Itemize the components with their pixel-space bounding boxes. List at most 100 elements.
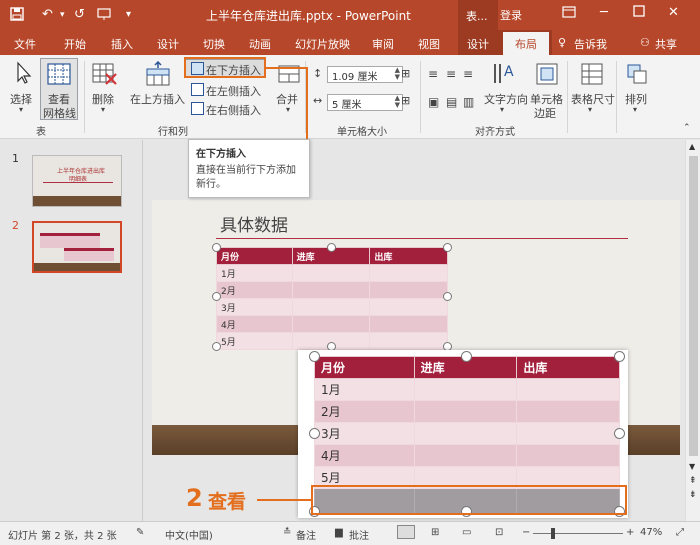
distribute-rows-icon[interactable]: ⊞	[401, 67, 410, 80]
table-cell[interactable]	[291, 281, 371, 299]
resize-handle[interactable]	[461, 351, 472, 362]
table-original[interactable]: 月份 进库 出库 1月 2月 3月 4月 5月	[216, 247, 448, 350]
table-header-cell[interactable]: 出库	[369, 247, 448, 265]
insert-above-button[interactable]: 在上方插入	[130, 91, 185, 107]
resize-handle[interactable]	[443, 243, 452, 252]
align-left-icon[interactable]: ≡	[428, 67, 438, 81]
align-top-icon[interactable]: ▣	[428, 95, 439, 109]
resize-handle[interactable]	[614, 351, 625, 362]
table-cell[interactable]	[291, 264, 371, 282]
table-cell[interactable]	[413, 400, 518, 423]
save-icon[interactable]	[10, 7, 24, 25]
col-width-spinner-icon[interactable]: ▲ ▼	[395, 95, 400, 109]
table-cell[interactable]	[516, 400, 620, 423]
fit-slide-icon[interactable]: ⤢	[676, 527, 684, 538]
table-header-cell[interactable]: 月份	[314, 356, 415, 379]
scroll-thumb[interactable]	[689, 156, 698, 456]
table-cell[interactable]	[369, 281, 448, 299]
slide-thumbnail-2[interactable]	[32, 221, 122, 273]
table-cell[interactable]	[291, 298, 371, 316]
ribbon-display-icon[interactable]	[562, 5, 576, 23]
table-header-cell[interactable]: 出库	[516, 356, 620, 379]
tab-insert[interactable]: 插入	[111, 36, 133, 52]
share-button[interactable]: 共享	[655, 36, 677, 52]
table-cell[interactable]: 1月	[314, 378, 415, 401]
maximize-icon[interactable]	[633, 5, 645, 21]
table-cell[interactable]	[413, 378, 518, 401]
slideshow-view-icon[interactable]: ⊡	[495, 527, 503, 538]
scroll-up-icon[interactable]: ▲	[689, 142, 695, 151]
col-width-input[interactable]: 5 厘米 ▲ ▼	[327, 94, 403, 111]
table-cell[interactable]: 4月	[216, 315, 293, 333]
table-cell[interactable]	[369, 264, 448, 282]
tab-home[interactable]: 开始	[64, 36, 86, 52]
table-cell[interactable]: 5月	[216, 332, 293, 350]
table-cell[interactable]	[369, 315, 448, 333]
tab-view[interactable]: 视图	[418, 36, 440, 52]
notes-button[interactable]: 备注	[296, 527, 316, 542]
tab-table-design[interactable]: 设计	[467, 36, 489, 52]
table-cell[interactable]: 2月	[216, 281, 293, 299]
zoom-out-icon[interactable]: −	[522, 527, 530, 538]
table-cell[interactable]	[516, 422, 620, 445]
table-cell[interactable]	[291, 315, 371, 333]
table-cell[interactable]	[516, 444, 620, 467]
undo-dropdown-icon[interactable]: ▾	[60, 10, 65, 20]
tell-me-box[interactable]: 告诉我	[574, 36, 607, 52]
zoom-slider-track[interactable]	[533, 533, 623, 534]
resize-handle[interactable]	[212, 292, 221, 301]
reading-view-icon[interactable]: ▭	[462, 527, 471, 538]
align-bottom-icon[interactable]: ▥	[463, 95, 474, 109]
zoom-slider-thumb[interactable]	[551, 528, 555, 539]
zoom-in-icon[interactable]: +	[626, 527, 634, 538]
table-cell[interactable]: 3月	[216, 298, 293, 316]
resize-handle[interactable]	[212, 243, 221, 252]
undo-icon[interactable]: ↶	[42, 7, 53, 22]
resize-handle[interactable]	[309, 428, 320, 439]
cell-margins-label-2[interactable]: 边距	[534, 105, 556, 121]
table-cell[interactable]	[369, 332, 448, 350]
slide-thumbnail-1[interactable]: 上半年仓库进出库 明细表	[32, 155, 122, 207]
table-header-cell[interactable]: 月份	[216, 247, 293, 265]
next-slide-icon[interactable]: ⇟	[689, 490, 697, 500]
close-icon[interactable]: ✕	[668, 5, 679, 20]
slide-sorter-icon[interactable]: ⊞	[431, 527, 439, 538]
comments-button[interactable]: 批注	[349, 527, 369, 542]
present-icon[interactable]	[97, 7, 111, 25]
table-cell[interactable]	[413, 422, 518, 445]
minimize-icon[interactable]: ─	[600, 5, 608, 20]
insert-right-button[interactable]: 在右侧插入	[206, 102, 261, 118]
tab-design[interactable]: 设计	[157, 36, 179, 52]
distribute-cols-icon[interactable]: ⊞	[401, 94, 410, 107]
slide-title[interactable]: 具体数据	[220, 211, 288, 236]
table-cell[interactable]: 4月	[314, 444, 415, 467]
scroll-down-icon[interactable]: ▼	[689, 462, 695, 471]
vertical-scrollbar[interactable]: ▲ ▼ ⇞ ⇟	[685, 140, 700, 521]
normal-view-icon[interactable]	[397, 525, 415, 539]
zoom-level[interactable]: 47%	[640, 527, 662, 538]
table-cell[interactable]	[516, 378, 620, 401]
tab-transitions[interactable]: 切换	[203, 36, 225, 52]
redo-icon[interactable]: ↺	[74, 7, 85, 22]
language-status[interactable]: 中文(中国)	[165, 527, 213, 542]
tab-animations[interactable]: 动画	[249, 36, 271, 52]
align-middle-icon[interactable]: ▤	[446, 95, 457, 109]
text-direction-button[interactable]: 文字方向	[484, 91, 528, 107]
resize-handle[interactable]	[309, 351, 320, 362]
resize-handle[interactable]	[443, 292, 452, 301]
table-cell[interactable]: 3月	[314, 422, 415, 445]
customize-icon[interactable]: ▾	[126, 9, 131, 20]
resize-handle[interactable]	[212, 342, 221, 351]
table-cell[interactable]: 1月	[216, 264, 293, 282]
table-cell[interactable]: 2月	[314, 400, 415, 423]
row-height-input[interactable]: 1.09 厘米 ▲ ▼	[327, 66, 403, 83]
collapse-ribbon-icon[interactable]: ⌃	[683, 123, 691, 133]
resize-handle[interactable]	[614, 428, 625, 439]
login-link[interactable]: 登录	[500, 7, 522, 23]
tab-slideshow[interactable]: 幻灯片放映	[295, 36, 350, 52]
table-cell[interactable]	[413, 444, 518, 467]
insert-left-button[interactable]: 在左侧插入	[206, 83, 261, 99]
table-cell[interactable]	[369, 298, 448, 316]
spellcheck-icon[interactable]: ✎	[136, 527, 144, 538]
tab-review[interactable]: 审阅	[372, 36, 394, 52]
